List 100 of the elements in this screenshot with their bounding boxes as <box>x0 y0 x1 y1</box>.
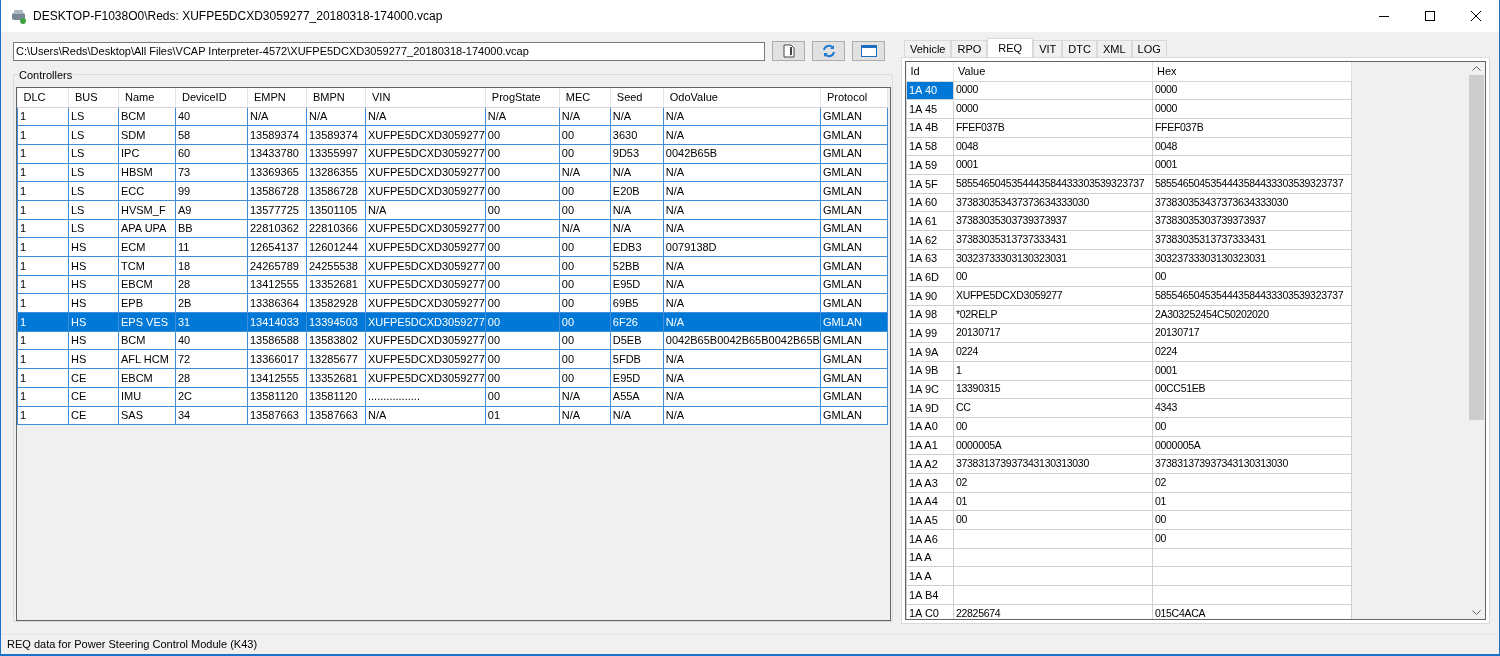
table-cell[interactable]: 1A 9C <box>906 380 954 399</box>
table-cell: CE <box>68 406 119 425</box>
column-header[interactable]: BUS <box>68 88 119 107</box>
table-cell: 1 <box>17 312 69 332</box>
table-cell: 6F26 <box>610 312 664 332</box>
table-cell: 0000 <box>953 81 1153 100</box>
table-cell: XUFPE5DCXD3059277 <box>365 312 486 332</box>
column-header[interactable]: Seed <box>610 88 664 107</box>
column-header[interactable]: Hex <box>1152 62 1352 81</box>
column-header[interactable]: DeviceID <box>175 88 248 107</box>
table-cell[interactable]: 1A 60 <box>906 193 954 212</box>
table-cell[interactable]: 1A A <box>906 548 954 567</box>
table-cell: 52BB <box>610 256 664 276</box>
table-cell: 99 <box>175 181 248 201</box>
table-cell[interactable]: 1A 9B <box>906 361 954 380</box>
table-cell[interactable]: 1A B4 <box>906 585 954 605</box>
table-cell: D5EB <box>610 331 664 350</box>
table-cell[interactable]: 1A A <box>906 566 954 586</box>
table-cell: EBCM <box>118 368 176 388</box>
table-cell: XUFPE5DCXD3059277 <box>365 163 486 182</box>
tab[interactable]: RPO <box>951 40 988 57</box>
column-header[interactable]: MEC <box>559 88 611 107</box>
table-cell[interactable]: 1A 5F <box>906 174 954 194</box>
table-cell[interactable]: 1A 4B <box>906 118 954 138</box>
table-cell: XUFPE5DCXD3059277 <box>365 256 486 276</box>
table-cell: N/A <box>663 293 821 313</box>
tab[interactable]: LOG <box>1131 40 1167 57</box>
table-cell: 0000 <box>1152 99 1352 119</box>
table-cell: 2B <box>175 293 248 313</box>
table-cell: 24265789 <box>247 256 307 276</box>
table-cell[interactable]: 1A A0 <box>906 417 954 437</box>
column-header[interactable]: Name <box>118 88 176 107</box>
table-cell[interactable]: 1A A1 <box>906 436 954 455</box>
table-cell[interactable]: 1A 45 <box>906 99 954 119</box>
tab[interactable]: DTC <box>1062 40 1097 57</box>
table-cell: 37383035313737333431 <box>1152 230 1352 250</box>
table-cell[interactable]: 1A A6 <box>906 529 954 549</box>
table-cell[interactable]: 1A A5 <box>906 510 954 530</box>
column-header[interactable]: EMPN <box>247 88 307 107</box>
table-cell: GMLAN <box>820 107 888 126</box>
table-cell: XUFPE5DCXD3059277 <box>365 368 486 388</box>
table-cell[interactable]: 1A A2 <box>906 454 954 474</box>
table-cell: 13285677 <box>306 349 366 369</box>
table-cell: 13587663 <box>306 406 366 425</box>
path-field[interactable]: C:\Users\Reds\Desktop\All Files\VCAP Interpreter-4572\XUFPE5DCXD3059277_20180318-174000.vcap <box>13 41 765 61</box>
table-cell[interactable]: 1A 98 <box>906 305 954 324</box>
table-cell: N/A <box>663 406 821 425</box>
table-cell[interactable]: 1A 58 <box>906 137 954 156</box>
column-header[interactable]: VIN <box>365 88 486 107</box>
tab[interactable]: REQ <box>987 38 1034 57</box>
table-cell: 0048 <box>1152 137 1352 156</box>
table-cell: HS <box>68 293 119 313</box>
table-cell: 00 <box>1152 267 1352 287</box>
table-cell[interactable]: 1A 62 <box>906 230 954 250</box>
column-header[interactable]: DLC <box>17 88 69 107</box>
table-cell: 1 <box>17 163 69 182</box>
table-cell: GMLAN <box>820 200 888 220</box>
table-cell[interactable]: 1A 9A <box>906 342 954 362</box>
table-cell[interactable]: 1A 99 <box>906 323 954 343</box>
table-cell: GMLAN <box>820 181 888 201</box>
table-cell[interactable]: 1A 63 <box>906 249 954 268</box>
table-cell[interactable]: 1A 90 <box>906 286 954 306</box>
table-cell: N/A <box>559 107 611 126</box>
table-cell[interactable]: 1A A3 <box>906 473 954 493</box>
column-header[interactable]: Id <box>906 62 954 81</box>
column-header[interactable]: ProgState <box>485 88 560 107</box>
column-header[interactable]: Protocol <box>820 88 888 107</box>
table-cell: N/A <box>365 406 486 425</box>
tab[interactable]: VIT <box>1033 40 1063 57</box>
table-cell: N/A <box>663 200 821 220</box>
table-cell: HS <box>68 237 119 257</box>
column-header[interactable]: Value <box>953 62 1153 81</box>
table-cell[interactable]: 1A 61 <box>906 211 954 231</box>
table-cell: 9D53 <box>610 144 664 164</box>
table-cell: 13586728 <box>306 181 366 201</box>
table-cell: 00CC51EB <box>1152 380 1352 399</box>
table-cell: N/A <box>663 256 821 276</box>
column-header[interactable]: BMPN <box>306 88 366 107</box>
tab[interactable]: Vehicle <box>904 40 952 57</box>
table-cell[interactable]: 1A C0 <box>906 604 954 619</box>
table-cell: 01 <box>485 406 560 425</box>
table-cell[interactable]: 1A 59 <box>906 155 954 175</box>
table-cell[interactable]: 1A 6D <box>906 267 954 287</box>
table-cell: XUFPE5DCXD3059277 <box>365 237 486 257</box>
table-cell: 73 <box>175 163 248 182</box>
table-cell: 0001 <box>1152 361 1352 380</box>
table-cell[interactable]: 1A 9D <box>906 398 954 418</box>
tab[interactable]: XML <box>1096 40 1132 57</box>
table-cell[interactable]: 1A A4 <box>906 492 954 511</box>
table-cell: 01 <box>1152 492 1352 511</box>
table-cell: 13412555 <box>247 368 307 388</box>
table-cell: 00 <box>485 181 560 201</box>
table-cell: N/A <box>610 219 664 238</box>
table-cell: 13369365 <box>247 163 307 182</box>
column-header[interactable]: OdoValue <box>663 88 821 107</box>
table-cell: CE <box>68 368 119 388</box>
table-cell: 13390315 <box>953 380 1153 399</box>
table-cell: GMLAN <box>820 275 888 294</box>
table-cell: 22810366 <box>306 219 366 238</box>
table-cell: 13501105 <box>306 200 366 220</box>
